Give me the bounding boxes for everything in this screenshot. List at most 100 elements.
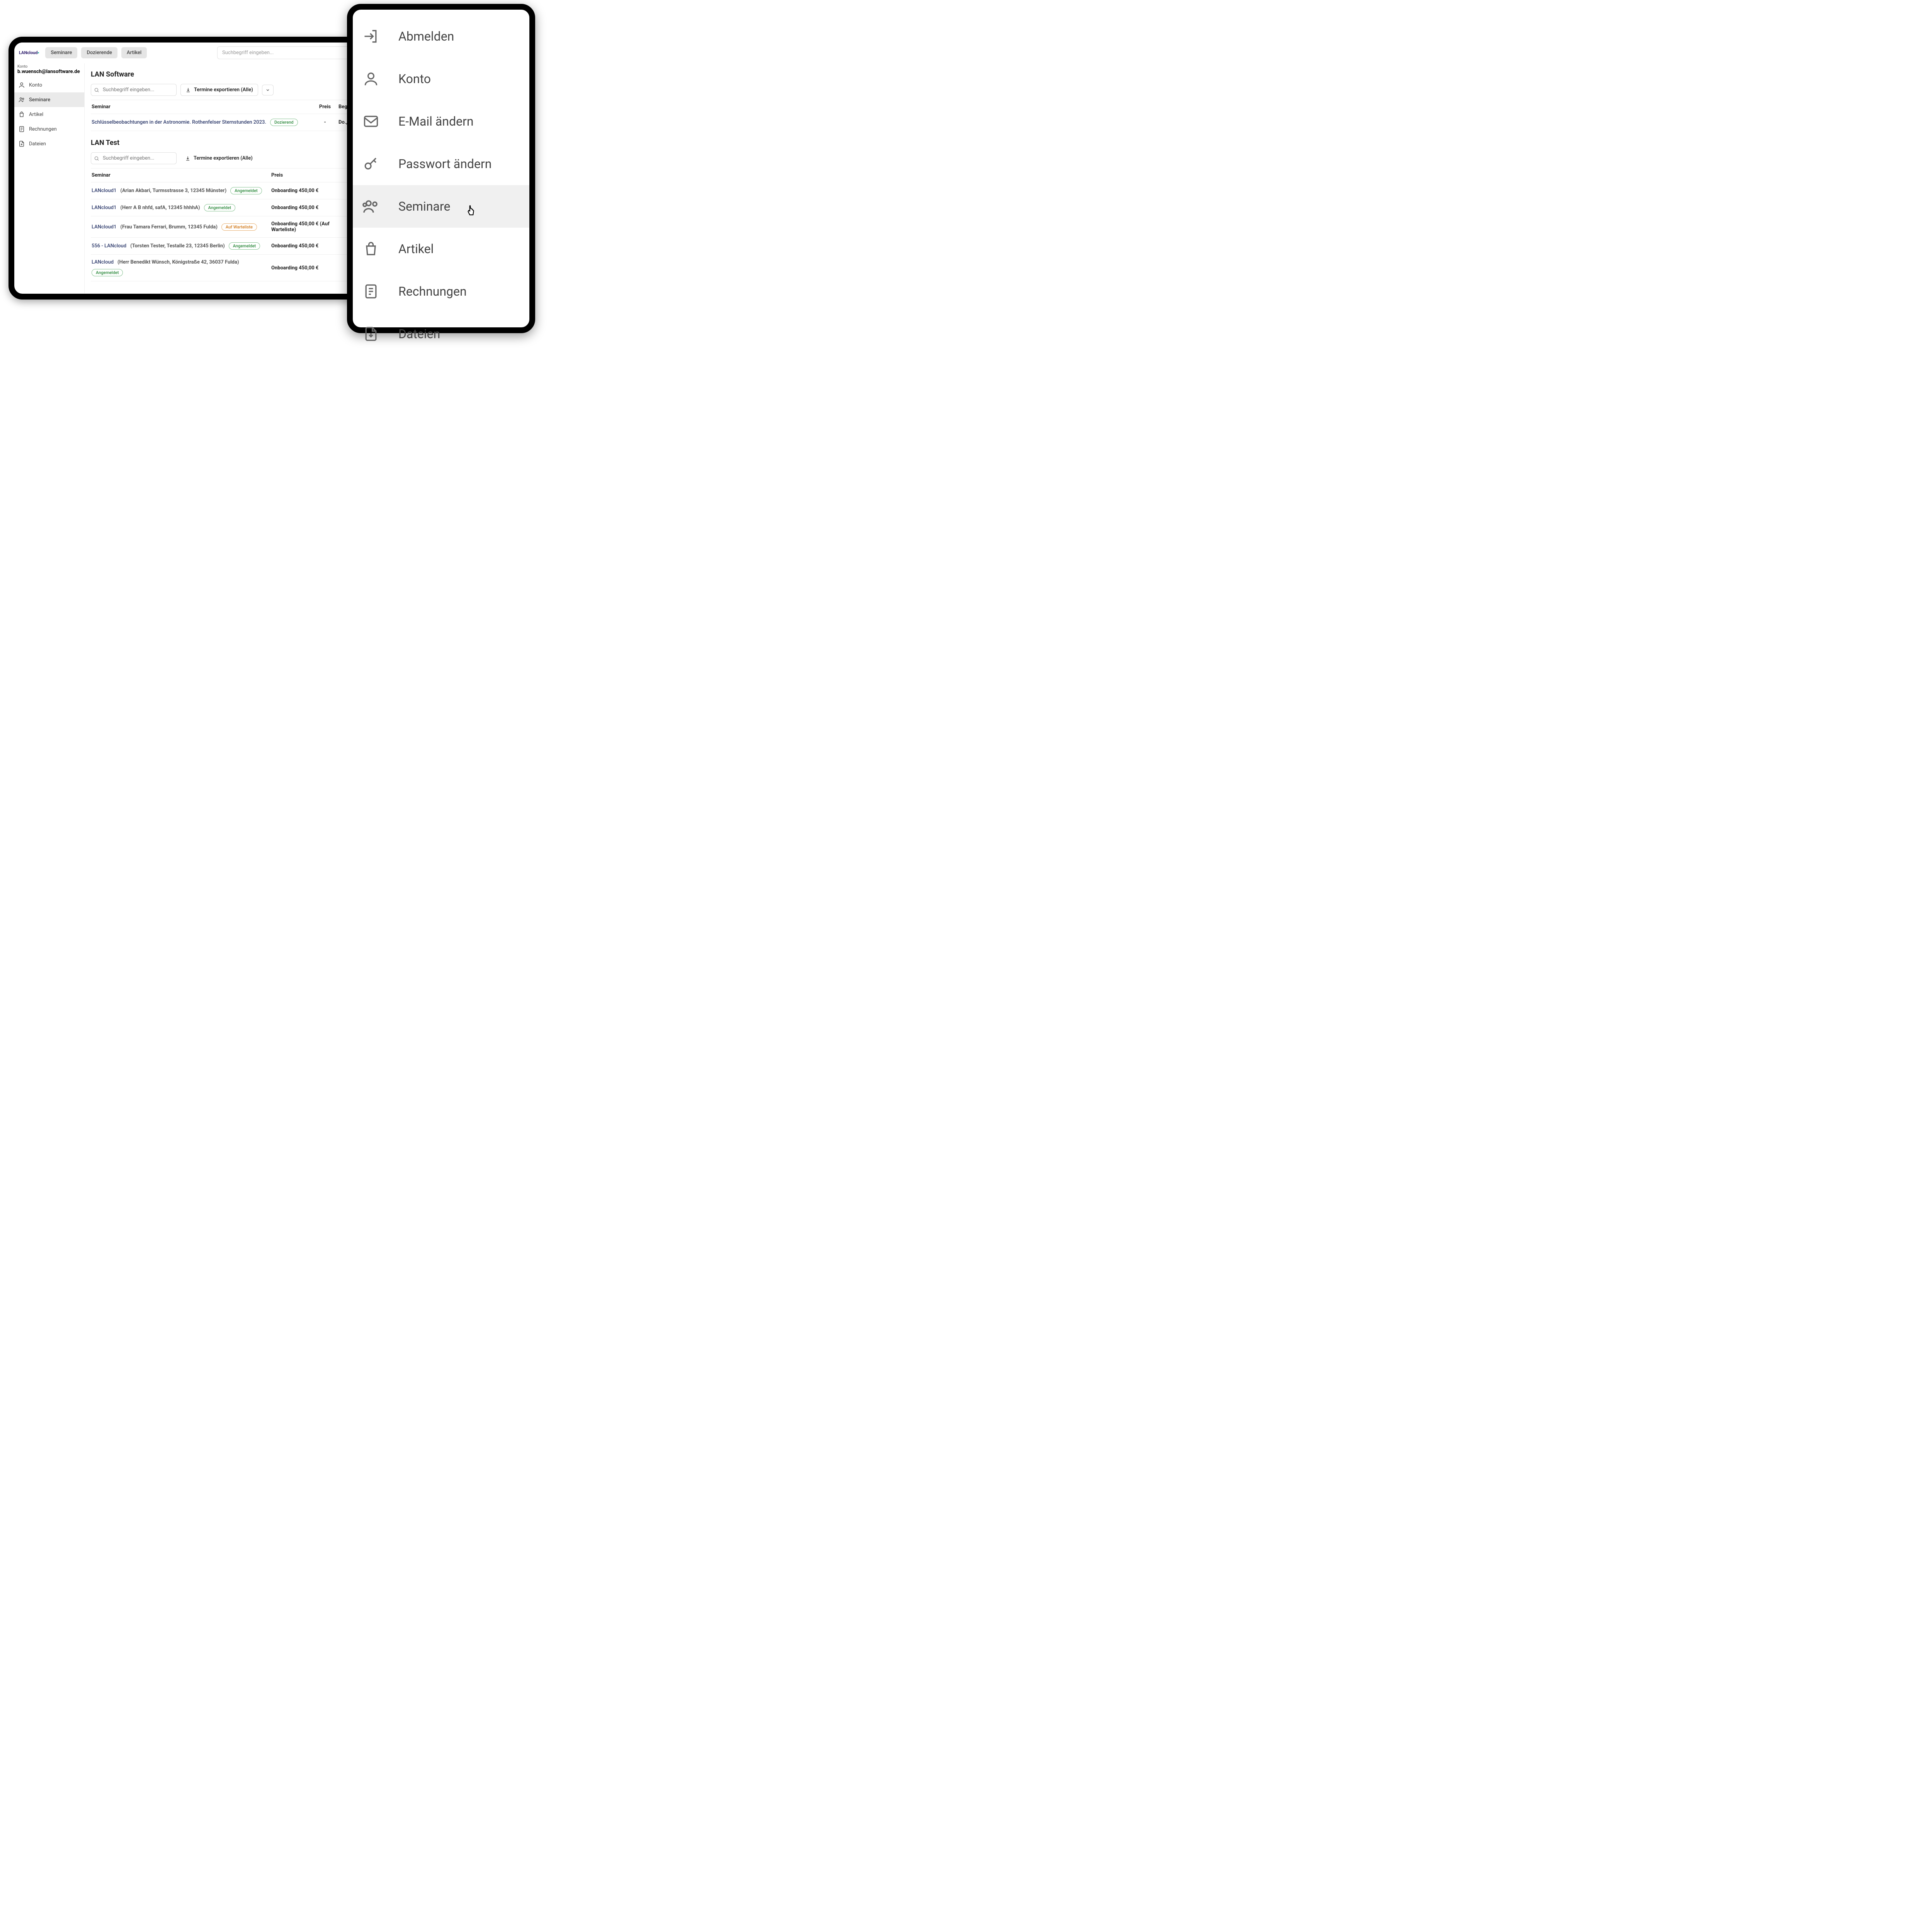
status-badge: Dozierend [270, 119, 298, 126]
content-layout: Konto b.wuensch@lansoftware.de Konto Sem… [14, 63, 369, 293]
account-header: Konto b.wuensch@lansoftware.de [14, 65, 84, 78]
menu-item-label: E-Mail ändern [398, 114, 473, 129]
group-icon [18, 96, 25, 103]
table-header: Seminar Preis Begi [91, 100, 362, 114]
status-badge: Auf Warteliste [221, 223, 257, 231]
section-search [91, 152, 177, 164]
invoice-icon [361, 282, 381, 301]
export-button-label: Termine exportieren (Alle) [194, 155, 253, 161]
section-search [91, 84, 177, 96]
seminar-preis: - [311, 119, 338, 125]
sidebar: Konto b.wuensch@lansoftware.de Konto Sem… [14, 63, 85, 293]
seminar-preis: Onboarding 450,00 € [271, 205, 349, 211]
download-icon [185, 156, 190, 161]
search-icon [94, 156, 99, 161]
section-search-input[interactable] [91, 84, 177, 96]
menu-item-label: Seminare [398, 199, 450, 214]
menu-item-label: Rechnungen [398, 284, 467, 299]
section-lan-software: LAN Software Termine exportieren (Alle) [91, 70, 362, 131]
seminar-title: Schlüsselbeobachtungen in der Astronomie… [92, 119, 266, 125]
table-row[interactable]: LANcloud1 (Arian Akbari, Turmsstrasse 3, … [91, 182, 362, 199]
status-badge: Angemeldet [229, 242, 260, 250]
seminar-preis: Onboarding 450,00 € (Auf Warteliste) [271, 221, 349, 233]
section-title: LAN Test [91, 139, 362, 147]
seminar-subtitle: (Herr Benedikt Wünsch, Königstraße 42, 3… [117, 259, 239, 265]
export-caret-button[interactable] [262, 85, 274, 95]
status-badge: Angemeldet [92, 269, 123, 276]
table-row[interactable]: LANcloud1(Herr A B nhfd, safA, 12345 hhh… [91, 199, 362, 216]
col-preis: Preis [271, 172, 349, 178]
seminar-title: LANcloud [92, 259, 114, 265]
menu-item-label: Passwort ändern [398, 157, 492, 171]
col-seminar: Seminar [92, 172, 271, 178]
table-row[interactable]: 556 - LANcloud(Torsten Tester, Testalle … [91, 238, 362, 255]
download-icon [185, 87, 191, 93]
logout-icon [361, 27, 381, 46]
user-icon [18, 82, 25, 89]
tab-dozierende[interactable]: Dozierende [81, 47, 117, 58]
key-icon [361, 154, 381, 174]
menu-item-file[interactable]: Dateien [353, 313, 529, 355]
seminar-preis: Onboarding 450,00 € [271, 265, 349, 271]
sidebar-item-label: Seminare [29, 97, 50, 103]
menu-item-label: Konto [398, 71, 431, 86]
topbar: LANcloud▪ Seminare Dozierende Artikel [14, 43, 369, 63]
seminar-title: 556 - LANcloud [92, 243, 126, 249]
menu-item-key[interactable]: Passwort ändern [353, 143, 529, 185]
chevron-down-icon [265, 88, 270, 92]
sidebar-item-artikel[interactable]: Artikel [14, 107, 84, 122]
seminar-title: LANcloud1 [92, 224, 116, 230]
user-icon [361, 69, 381, 89]
col-preis: Preis [311, 104, 338, 110]
tab-artikel[interactable]: Artikel [121, 47, 147, 58]
section-search-input[interactable] [91, 152, 177, 164]
group-icon [361, 197, 381, 216]
global-search-input[interactable] [217, 46, 348, 59]
menu-item-group[interactable]: Seminare [353, 185, 529, 228]
sidebar-item-label: Konto [29, 82, 42, 88]
sidebar-item-label: Rechnungen [29, 126, 57, 132]
col-seminar: Seminar [92, 104, 311, 110]
cursor-icon [465, 204, 478, 218]
menu-item-mail[interactable]: E-Mail ändern [353, 100, 529, 143]
sidebar-item-rechnungen[interactable]: Rechnungen [14, 122, 84, 136]
export-button-label: Termine exportieren (Alle) [194, 87, 253, 93]
sidebar-item-konto[interactable]: Konto [14, 78, 84, 92]
global-search [217, 46, 364, 59]
section-lan-test: LAN Test Termine exportieren (Alle) Semi… [91, 139, 362, 281]
seminar-preis: Onboarding 450,00 € [271, 188, 349, 194]
table-row[interactable]: LANcloud1(Frau Tamara Ferrari, Brumm, 12… [91, 216, 362, 238]
sidebar-item-label: Dateien [29, 141, 46, 147]
table-row[interactable]: Schlüsselbeobachtungen in der Astronomie… [91, 114, 362, 131]
sidebar-item-seminare[interactable]: Seminare [14, 92, 84, 107]
table-row[interactable]: LANcloud(Herr Benedikt Wünsch, Königstra… [91, 255, 362, 281]
bag-icon [361, 239, 381, 259]
main-content: LAN Software Termine exportieren (Alle) [85, 63, 369, 293]
seminar-subtitle: (Herr A B nhfd, safA, 12345 hhhhA) [120, 205, 200, 211]
menu-item-label: Artikel [398, 242, 434, 256]
export-button[interactable]: Termine exportieren (Alle) [180, 153, 257, 164]
menu-item-bag[interactable]: Artikel [353, 228, 529, 270]
section-title: LAN Software [91, 70, 362, 78]
section-controls: Termine exportieren (Alle) [91, 84, 362, 100]
menu-item-invoice[interactable]: Rechnungen [353, 270, 529, 313]
seminar-title: LANcloud1 [92, 188, 116, 194]
menu-item-user[interactable]: Konto [353, 58, 529, 100]
menu-item-label: Dateien [398, 327, 440, 341]
mail-icon [361, 112, 381, 131]
bag-icon [18, 111, 25, 118]
file-icon [361, 324, 381, 344]
sidebar-item-dateien[interactable]: Dateien [14, 136, 84, 151]
menu-item-logout[interactable]: Abmelden [353, 15, 529, 58]
export-button[interactable]: Termine exportieren (Alle) [180, 84, 258, 96]
search-icon [94, 87, 99, 93]
account-label: Konto [17, 65, 81, 69]
tab-seminare[interactable]: Seminare [45, 47, 77, 58]
account-email: b.wuensch@lansoftware.de [17, 69, 81, 75]
seminar-subtitle: (Arian Akbari, Turmsstrasse 3, 12345 Mün… [120, 188, 226, 194]
menu-item-label: Abmelden [398, 29, 454, 44]
seminar-preis: Onboarding 450,00 € [271, 243, 349, 249]
account-dropdown-menu: Abmelden Konto E-Mail ändern Passwort änder… [347, 4, 535, 333]
sidebar-item-label: Artikel [29, 112, 43, 117]
section-controls: Termine exportieren (Alle) [91, 152, 362, 169]
